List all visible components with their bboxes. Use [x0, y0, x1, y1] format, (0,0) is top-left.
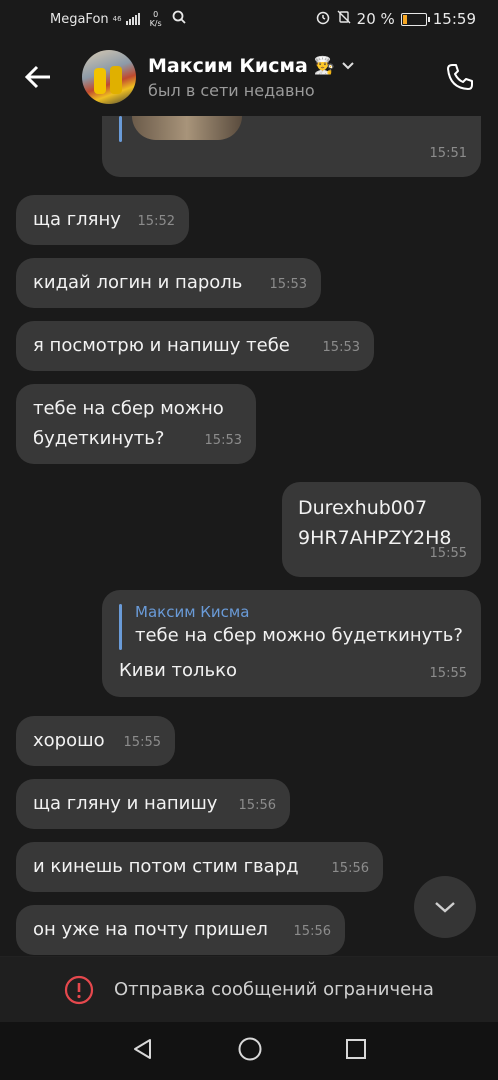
message-time: 15:53: [204, 433, 242, 448]
message-incoming[interactable]: он уже на почту пришел 15:56: [16, 905, 345, 955]
chevron-down-icon: [342, 61, 354, 69]
reply-author: Максим Кисма: [135, 603, 250, 621]
message-text: я посмотрю и напишу тебе: [33, 335, 290, 356]
message-time: 15:56: [293, 924, 331, 939]
message-time: 15:55: [429, 546, 467, 561]
last-seen: был в сети недавно: [148, 80, 315, 100]
circle-home-icon: [238, 1037, 262, 1061]
restricted-text: Отправка сообщений ограничена: [114, 979, 434, 1000]
battery-icon: [400, 12, 430, 26]
triangle-back-icon: [134, 1039, 151, 1059]
message-incoming[interactable]: и кинешь потом стим гвард 15:56: [16, 842, 383, 892]
warning-icon: [64, 975, 94, 1004]
square-recents-icon: [346, 1039, 366, 1059]
avatar[interactable]: [82, 50, 136, 104]
contact-name: Максим Кисма: [148, 54, 308, 77]
alarm-icon: [315, 9, 331, 29]
nav-recents-button[interactable]: [345, 1038, 367, 1064]
phone-icon: [447, 64, 473, 90]
message-text: и кинешь потом стим гвард: [33, 856, 299, 877]
system-nav-bar: [0, 1022, 498, 1080]
back-button[interactable]: [14, 53, 62, 101]
chef-emoji: 👨‍🍳: [313, 55, 335, 76]
message-incoming[interactable]: тебе на сбер можно будеткинуть? 15:53: [16, 384, 256, 464]
clock: 15:59: [432, 10, 476, 28]
mute-icon: [337, 10, 351, 28]
battery-percent: 20 %: [356, 10, 395, 28]
message-incoming[interactable]: ща гляну 15:52: [16, 195, 189, 245]
message-time: 15:52: [137, 214, 175, 229]
nav-home-button[interactable]: [237, 1036, 263, 1066]
call-button[interactable]: [436, 53, 484, 101]
nav-back-button[interactable]: [131, 1037, 155, 1065]
chat-title[interactable]: Максим Кисма 👨‍🍳 был в сети недавно: [148, 55, 436, 100]
message-time: 15:51: [429, 146, 467, 161]
image-thumbnail[interactable]: [132, 116, 242, 140]
status-bar: MegaFon 46 0 K/s 20 % 15:59: [0, 0, 498, 38]
message-incoming[interactable]: ща гляну и напишу 15:56: [16, 779, 290, 829]
chevron-down-icon: [435, 902, 455, 913]
message-time: 15:53: [269, 277, 307, 292]
message-incoming[interactable]: хорошо 15:55: [16, 716, 175, 766]
message-list[interactable]: 15:51 ща гляну 15:52 кидай логин и парол…: [0, 116, 498, 956]
network-badge: 46: [112, 15, 122, 23]
message-incoming[interactable]: я посмотрю и напишу тебе 15:53: [16, 321, 374, 371]
message-outgoing-reply[interactable]: Максим Кисма тебе на сбер можно будеткин…: [102, 590, 481, 697]
message-outgoing[interactable]: Durexhub007 9HR7AHPZY2H8 15:55: [282, 482, 481, 577]
message-time: 15:55: [429, 666, 467, 681]
reply-text: тебе на сбер можно будеткинуть?: [135, 625, 463, 646]
message-text: Киви только: [119, 660, 238, 681]
message-time: 15:56: [238, 798, 276, 813]
arrow-left-icon: [24, 65, 50, 89]
message-time: 15:53: [322, 340, 360, 355]
chat-header: Максим Кисма 👨‍🍳 был в сети недавно: [0, 38, 498, 116]
scroll-down-button[interactable]: [414, 876, 476, 938]
carrier-name: MegaFon: [50, 11, 109, 27]
message-partial-image[interactable]: 15:51: [102, 116, 481, 177]
search-icon: [172, 10, 186, 28]
messaging-restricted-banner: Отправка сообщений ограничена: [0, 956, 498, 1022]
message-time: 15:55: [123, 735, 161, 750]
reply-preview[interactable]: Максим Кисма тебе на сбер можно будеткин…: [135, 600, 463, 648]
net-speed: 0 K/s: [149, 10, 162, 28]
signal-icon: [125, 13, 140, 25]
message-incoming[interactable]: кидай логин и пароль 15:53: [16, 258, 321, 308]
message-time: 15:56: [331, 861, 369, 876]
